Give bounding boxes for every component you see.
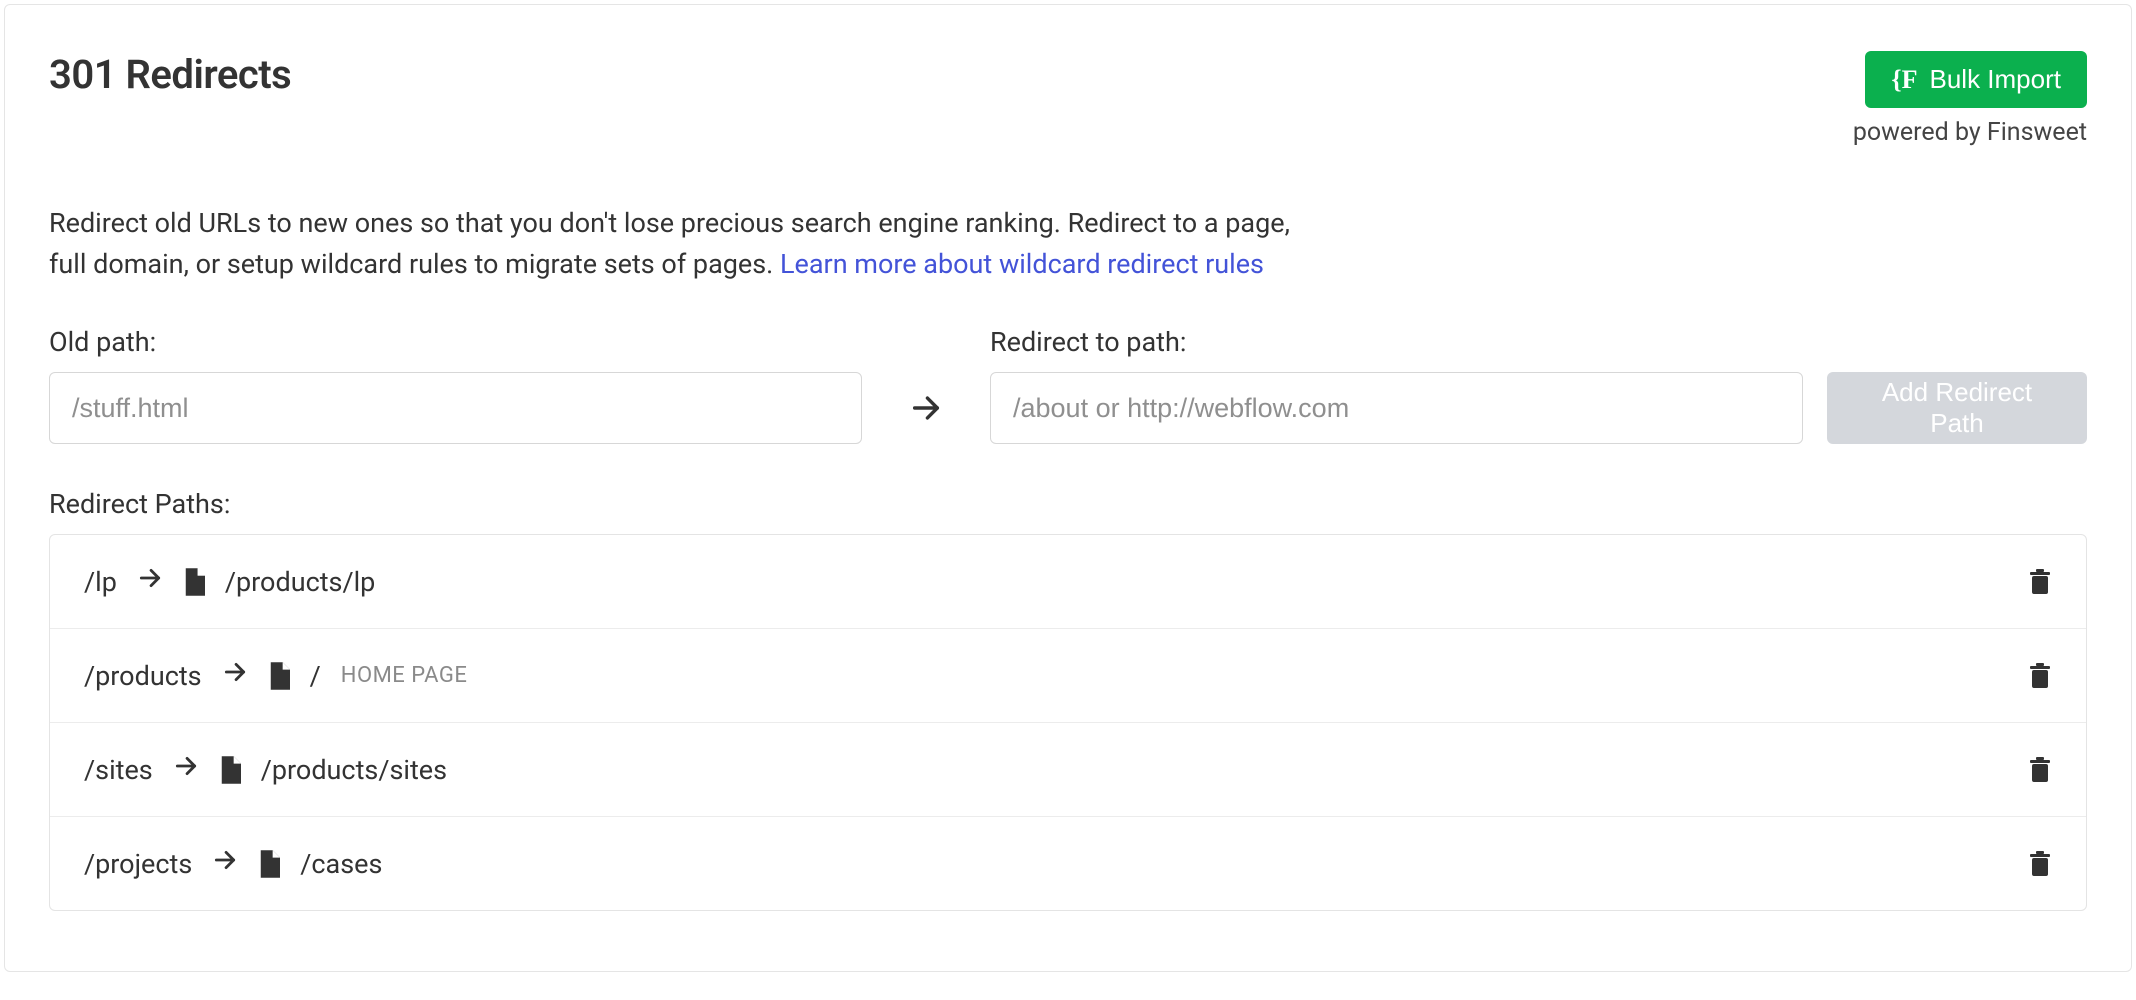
redirect-form: Old path: Redirect to path: Add Redirect… <box>49 326 2087 444</box>
finsweet-logo-icon: {F <box>1891 65 1917 95</box>
target-path-text: /products/sites <box>261 754 447 786</box>
old-path-text: /lp <box>84 566 117 598</box>
old-path-field: Old path: <box>49 326 862 444</box>
header-row: 301 Redirects {F Bulk Import powered by … <box>49 51 2087 147</box>
redirect-row: /lp /products/lp <box>50 535 2086 629</box>
redirect-row: /products / HOME PAGE <box>50 629 2086 723</box>
redirect-paths-label: Redirect Paths: <box>49 488 2087 520</box>
page-icon <box>183 568 205 596</box>
redirect-to-field: Redirect to path: <box>990 326 1803 444</box>
powered-by-text: powered by Finsweet <box>1853 118 2087 147</box>
delete-icon[interactable] <box>2028 568 2052 596</box>
redirect-to-input[interactable] <box>990 372 1803 444</box>
arrow-icon <box>886 372 966 444</box>
bulk-import-button[interactable]: {F Bulk Import <box>1865 51 2087 108</box>
redirects-panel: 301 Redirects {F Bulk Import powered by … <box>4 4 2132 972</box>
page-title: 301 Redirects <box>49 51 291 98</box>
redirect-row: /sites /products/sites <box>50 723 2086 817</box>
arrow-icon <box>173 753 199 786</box>
old-path-text: /projects <box>84 848 192 880</box>
arrow-icon <box>222 659 248 692</box>
delete-icon[interactable] <box>2028 850 2052 878</box>
bulk-import-label: Bulk Import <box>1930 64 2062 95</box>
delete-icon[interactable] <box>2028 756 2052 784</box>
target-path-text: /products/lp <box>225 566 375 598</box>
old-path-text: /products <box>84 660 202 692</box>
delete-icon[interactable] <box>2028 662 2052 690</box>
page-icon <box>219 756 241 784</box>
redirect-to-label: Redirect to path: <box>990 326 1803 358</box>
redirect-row-content: /products / HOME PAGE <box>84 659 467 692</box>
old-path-label: Old path: <box>49 326 862 358</box>
bulk-import-group: {F Bulk Import powered by Finsweet <box>1853 51 2087 147</box>
arrow-icon <box>212 847 238 880</box>
old-path-input[interactable] <box>49 372 862 444</box>
redirect-list: /lp /products/lp /products / HOME PAGE /… <box>49 534 2087 911</box>
target-path-text: /cases <box>300 848 382 880</box>
add-redirect-button[interactable]: Add Redirect Path <box>1827 372 2087 444</box>
redirect-row-content: /lp /products/lp <box>84 565 375 598</box>
redirect-row: /projects /cases <box>50 817 2086 910</box>
redirect-row-content: /projects /cases <box>84 847 382 880</box>
arrow-icon <box>137 565 163 598</box>
page-icon <box>258 850 280 878</box>
learn-more-link[interactable]: Learn more about wildcard redirect rules <box>780 248 1264 280</box>
old-path-text: /sites <box>84 754 153 786</box>
separator-text: / <box>310 660 321 692</box>
description-text: Redirect old URLs to new ones so that yo… <box>49 203 1309 284</box>
page-icon <box>268 662 290 690</box>
redirect-row-content: /sites /products/sites <box>84 753 447 786</box>
home-page-label: HOME PAGE <box>341 663 468 688</box>
